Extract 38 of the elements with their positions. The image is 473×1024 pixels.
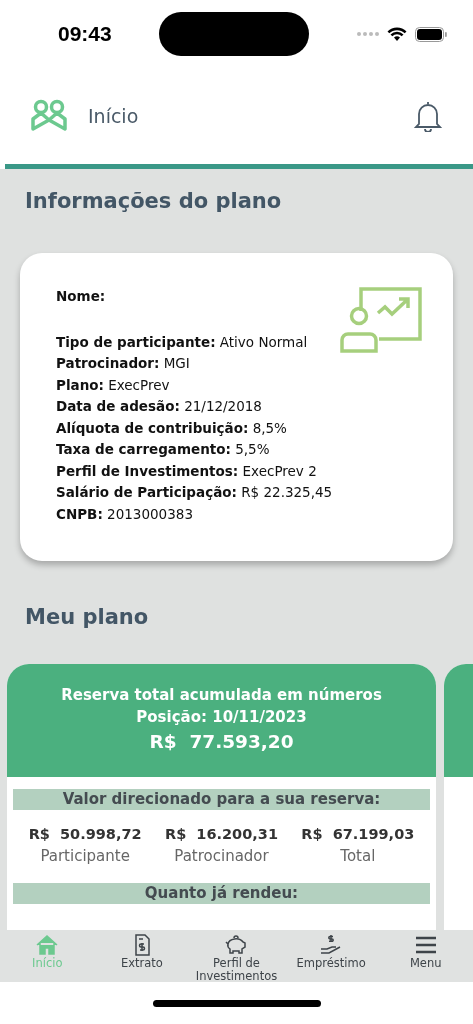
tab-bar-item[interactable]: Menu: [378, 930, 473, 983]
info-field: Patrocinador: MGI: [56, 354, 333, 372]
tab-bar-item[interactable]: Empréstimo: [283, 930, 379, 983]
logo-icon: [30, 99, 68, 133]
reserve-total: R$ 77.593,20: [149, 730, 294, 754]
info-field: Perfil de Investimentos: ExecPrev 2: [56, 461, 333, 480]
header-title: Início: [88, 105, 140, 127]
info-field: Nome:: [56, 287, 333, 305]
contribution-amount: R$ 67.199,03: [301, 825, 415, 842]
contribution-label: Total: [340, 846, 376, 865]
section-title: Meu plano: [24, 603, 150, 629]
section-heading: Quanto já rendeu:: [13, 882, 430, 904]
contribution-amount: R$ 50.998,72: [28, 825, 142, 842]
signal-icon: [357, 32, 379, 36]
info-field: Alíquota de contribuição: 8,5%: [56, 418, 333, 437]
position-date: Posição: 10/11/2023: [136, 707, 307, 728]
section-title: Informações do plano: [24, 188, 283, 213]
contribution-amount: R$ 16.200,31: [165, 825, 278, 842]
info-field: Tipo de participante: Ativo Normal: [56, 332, 333, 351]
info-field: Data de adesão: 21/12/2018: [56, 397, 333, 415]
contribution-label: Patrocinador: [174, 846, 269, 865]
home-icon: [35, 934, 60, 956]
info-field: Plano: ExecPrev: [56, 375, 333, 394]
status-time: 09:43: [58, 22, 112, 46]
reserve-title: Reserva total acumulada em números: [61, 685, 382, 706]
bell-icon[interactable]: [413, 100, 443, 132]
contribution-label: Participante: [40, 846, 130, 865]
tab-bar-item[interactable]: Extrato: [94, 930, 190, 983]
tab-bar-item[interactable]: Perfil de Investimentos: [189, 930, 284, 983]
wifi-icon: [387, 26, 407, 42]
menu-icon: [413, 934, 438, 956]
piggy-bank-icon: [224, 934, 249, 956]
info-field: CNPB: 2013000383: [56, 504, 333, 523]
presenter-chart-icon: [339, 287, 423, 353]
section-heading: Valor direcionado para a sua reserva:: [13, 788, 430, 810]
info-field: Taxa de carregamento: 5,5%: [56, 440, 333, 458]
battery-icon: [415, 26, 447, 42]
info-field: Salário de Participação: R$ 22.325,45: [56, 483, 333, 501]
